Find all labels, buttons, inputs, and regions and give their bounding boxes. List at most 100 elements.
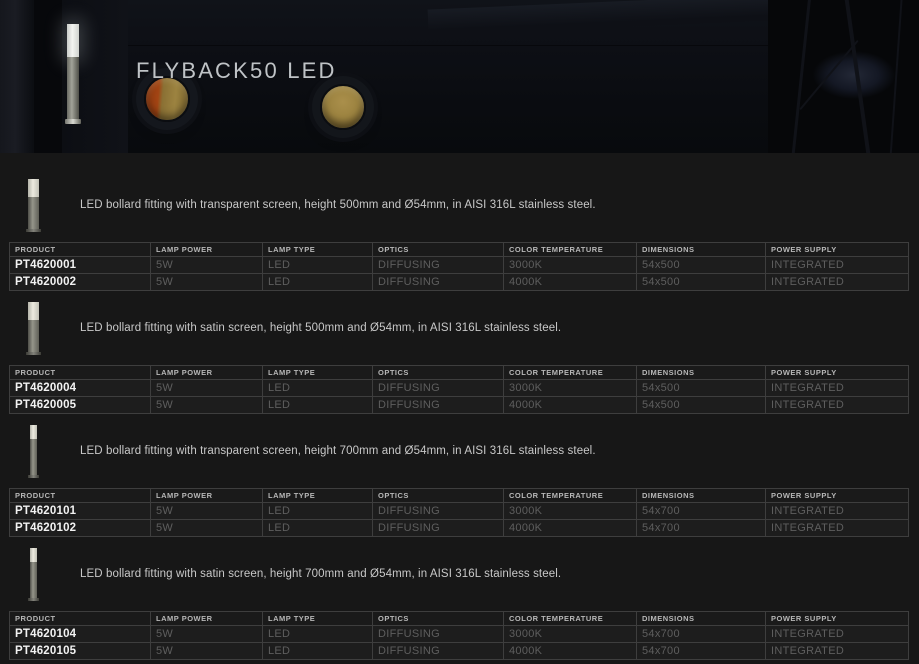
bollard-base — [28, 598, 39, 601]
cell-dimensions: 54x700 — [637, 626, 766, 643]
bollard-product-image — [0, 548, 80, 600]
cell-power-supply: INTEGRATED — [766, 503, 909, 520]
spec-table-header-row: PRODUCT LAMP POWER LAMP TYPE OPTICS COLO… — [10, 489, 909, 503]
cell-product-code[interactable]: PT4620101 — [10, 503, 151, 520]
bollard-base — [28, 475, 39, 478]
bollard-product-image — [0, 425, 80, 477]
section-intro: LED bollard fitting with transparent scr… — [0, 425, 919, 477]
cell-dimensions: 54x500 — [637, 274, 766, 291]
product-section: LED bollard fitting with satin screen, h… — [0, 548, 919, 660]
col-header-product: PRODUCT — [10, 612, 151, 626]
cell-lamp-type: LED — [263, 380, 373, 397]
cell-dimensions: 54x500 — [637, 257, 766, 274]
cell-product-code[interactable]: PT4620005 — [10, 397, 151, 414]
col-header-dimensions: DIMENSIONS — [637, 489, 766, 503]
col-header-lamp-type: LAMP TYPE — [263, 366, 373, 380]
cell-lamp-type: LED — [263, 257, 373, 274]
cell-dimensions: 54x500 — [637, 380, 766, 397]
bollard-product-image — [0, 179, 80, 231]
cell-color-temperature: 3000K — [504, 380, 637, 397]
col-header-power-supply: POWER SUPPLY — [766, 366, 909, 380]
cell-optics: DIFFUSING — [373, 257, 504, 274]
cell-lamp-type: LED — [263, 626, 373, 643]
table-row: PT4620004 5W LED DIFFUSING 3000K 54x500 … — [10, 380, 909, 397]
col-header-dimensions: DIMENSIONS — [637, 612, 766, 626]
bollard-screen — [28, 179, 39, 197]
cell-optics: DIFFUSING — [373, 626, 504, 643]
cell-color-temperature: 4000K — [504, 520, 637, 537]
hero-image: FLYBACK50 LED — [0, 0, 919, 153]
cell-lamp-power: 5W — [151, 503, 263, 520]
catalog-page: FLYBACK50 LED LED bollard fitting with t… — [0, 0, 919, 664]
table-row: PT4620101 5W LED DIFFUSING 3000K 54x700 … — [10, 503, 909, 520]
cell-product-code[interactable]: PT4620001 — [10, 257, 151, 274]
cell-lamp-type: LED — [263, 503, 373, 520]
spec-table-header-row: PRODUCT LAMP POWER LAMP TYPE OPTICS COLO… — [10, 612, 909, 626]
cell-power-supply: INTEGRATED — [766, 274, 909, 291]
cell-power-supply: INTEGRATED — [766, 643, 909, 660]
cell-optics: DIFFUSING — [373, 643, 504, 660]
bollard-body — [28, 320, 39, 352]
cell-product-code[interactable]: PT4620105 — [10, 643, 151, 660]
col-header-lamp-power: LAMP POWER — [151, 612, 263, 626]
product-description: LED bollard fitting with satin screen, h… — [80, 322, 561, 334]
cell-product-code[interactable]: PT4620004 — [10, 380, 151, 397]
col-header-color-temperature: COLOR TEMPERATURE — [504, 489, 637, 503]
cell-lamp-type: LED — [263, 520, 373, 537]
cell-dimensions: 54x500 — [637, 397, 766, 414]
col-header-lamp-type: LAMP TYPE — [263, 612, 373, 626]
cell-optics: DIFFUSING — [373, 380, 504, 397]
cell-dimensions: 54x700 — [637, 520, 766, 537]
col-header-lamp-type: LAMP TYPE — [263, 243, 373, 257]
col-header-product: PRODUCT — [10, 243, 151, 257]
bollard-lit-screen — [67, 24, 79, 57]
product-section: LED bollard fitting with transparent scr… — [0, 179, 919, 291]
bollard-base — [26, 229, 41, 232]
cell-lamp-type: LED — [263, 643, 373, 660]
cell-power-supply: INTEGRATED — [766, 380, 909, 397]
product-section: LED bollard fitting with satin screen, h… — [0, 302, 919, 414]
cell-power-supply: INTEGRATED — [766, 626, 909, 643]
bollard-screen — [30, 425, 37, 439]
spec-table: PRODUCT LAMP POWER LAMP TYPE OPTICS COLO… — [9, 611, 909, 660]
hero-bollard-light — [67, 24, 79, 124]
cell-optics: DIFFUSING — [373, 503, 504, 520]
cell-color-temperature: 4000K — [504, 274, 637, 291]
cell-power-supply: INTEGRATED — [766, 397, 909, 414]
table-row: PT4620005 5W LED DIFFUSING 4000K 54x500 … — [10, 397, 909, 414]
cell-color-temperature: 3000K — [504, 626, 637, 643]
col-header-product: PRODUCT — [10, 489, 151, 503]
table-row: PT4620105 5W LED DIFFUSING 4000K 54x700 … — [10, 643, 909, 660]
table-row: PT4620002 5W LED DIFFUSING 4000K 54x500 … — [10, 274, 909, 291]
col-header-dimensions: DIMENSIONS — [637, 366, 766, 380]
cell-lamp-power: 5W — [151, 380, 263, 397]
section-intro: LED bollard fitting with satin screen, h… — [0, 548, 919, 600]
col-header-optics: OPTICS — [373, 366, 504, 380]
cell-lamp-power: 5W — [151, 257, 263, 274]
col-header-optics: OPTICS — [373, 489, 504, 503]
product-section: LED bollard fitting with transparent scr… — [0, 425, 919, 537]
cell-power-supply: INTEGRATED — [766, 520, 909, 537]
cell-product-code[interactable]: PT4620102 — [10, 520, 151, 537]
product-description: LED bollard fitting with transparent scr… — [80, 445, 596, 457]
bollard-body — [28, 197, 39, 229]
bollard-700-graphic — [30, 425, 37, 478]
page-title: FLYBACK50 LED — [136, 58, 337, 84]
spec-table-header-row: PRODUCT LAMP POWER LAMP TYPE OPTICS COLO… — [10, 366, 909, 380]
hero-pillar — [0, 0, 34, 153]
col-header-lamp-type: LAMP TYPE — [263, 489, 373, 503]
cell-product-code[interactable]: PT4620104 — [10, 626, 151, 643]
bollard-500-graphic — [28, 302, 39, 355]
cell-lamp-type: LED — [263, 274, 373, 291]
porthole-window-right — [320, 84, 366, 130]
bollard-body — [30, 439, 37, 475]
bollard-screen — [28, 302, 39, 320]
col-header-power-supply: POWER SUPPLY — [766, 243, 909, 257]
bollard-screen — [30, 548, 37, 562]
cell-optics: DIFFUSING — [373, 520, 504, 537]
col-header-product: PRODUCT — [10, 366, 151, 380]
product-description: LED bollard fitting with transparent scr… — [80, 199, 596, 211]
cell-product-code[interactable]: PT4620002 — [10, 274, 151, 291]
hero-shadow-gap — [34, 0, 62, 153]
section-intro: LED bollard fitting with satin screen, h… — [0, 302, 919, 354]
